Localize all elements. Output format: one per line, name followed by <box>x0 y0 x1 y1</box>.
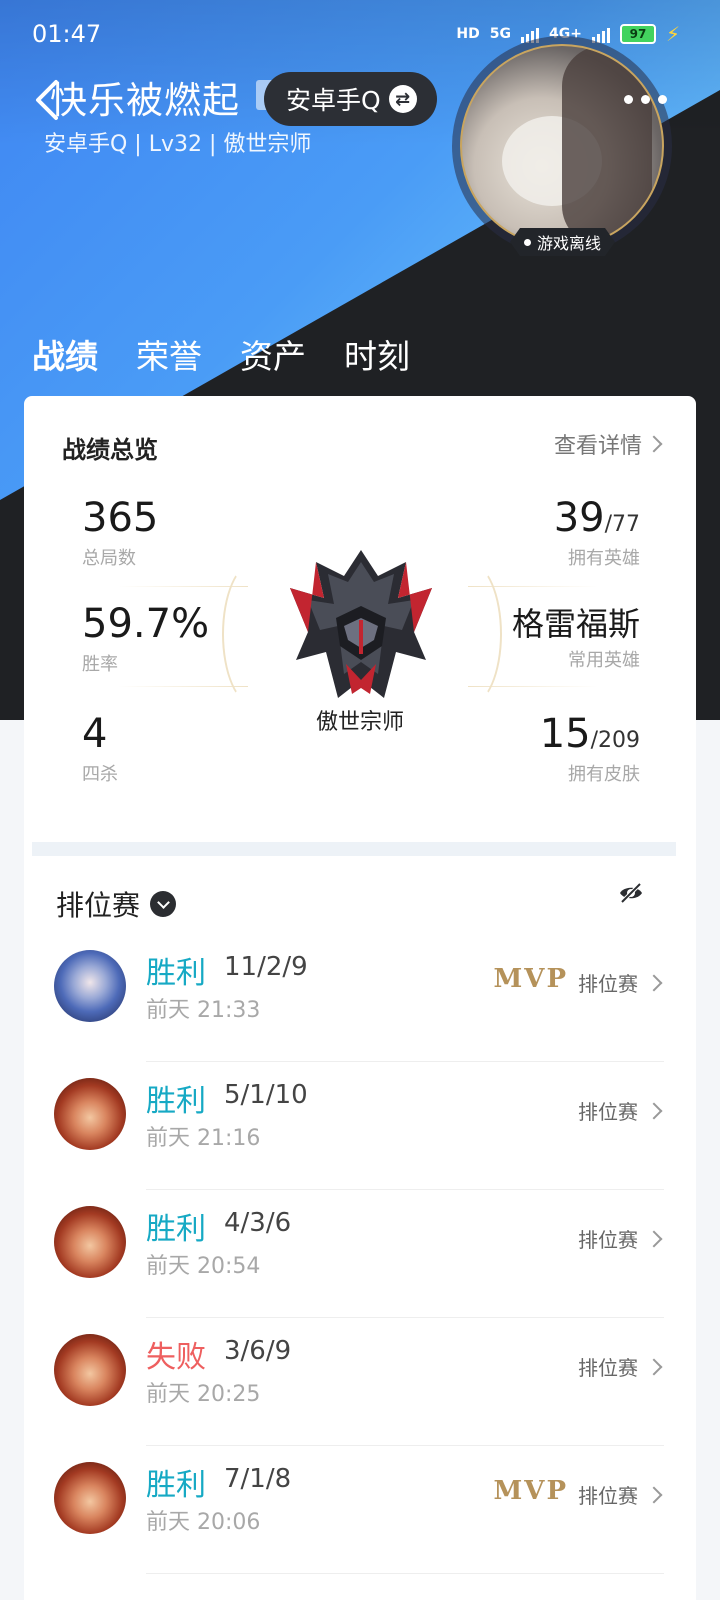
player-name: 快乐被燃起 <box>50 79 240 122</box>
skins-owned-label: 拥有皮肤 <box>568 764 640 785</box>
stat-total-games: 365 总局数 <box>82 498 158 570</box>
status-dot-icon <box>524 239 531 246</box>
chevron-down-icon <box>150 891 177 917</box>
win-rate-label: 胜率 <box>82 654 118 675</box>
hero-avatar-icon <box>54 950 126 1022</box>
match-result: 胜利 <box>146 1212 206 1247</box>
favorite-hero-label: 常用英雄 <box>568 650 640 671</box>
match-row[interactable]: 失败 3/6/9 前天 20:25 排位赛 <box>24 1318 696 1446</box>
avatar-image <box>460 44 664 248</box>
match-mode-label: 排位赛 <box>578 1356 638 1380</box>
swap-icon: ⇄ <box>388 85 417 113</box>
tab-honor[interactable]: 荣誉 <box>136 330 202 378</box>
hd-label: HD <box>456 26 480 42</box>
ranked-title: 排位赛 <box>56 889 141 922</box>
hide-eye-icon[interactable] <box>618 880 644 906</box>
row-divider <box>146 1573 664 1574</box>
match-row[interactable]: 胜利 11/2/9 前天 21:33 MVP 排位赛 <box>24 934 696 1062</box>
account-switch-button[interactable]: 安卓手Q ⇄ <box>264 72 437 126</box>
status-time: 01:47 <box>32 20 102 48</box>
match-mode-label: 排位赛 <box>578 1100 638 1124</box>
charging-icon: ⚡ <box>665 22 680 46</box>
stat-favorite-hero: 格雷福斯 常用英雄 <box>512 608 640 672</box>
battery-icon: 97 <box>619 24 656 44</box>
match-row[interactable]: 胜利 5/1/10 前天 21:16 排位赛 <box>24 1062 696 1190</box>
match-mode: 排位赛 <box>578 968 663 997</box>
chevron-right-icon <box>645 435 663 453</box>
heroes-total-value: /77 <box>604 512 640 537</box>
match-mode-label: 排位赛 <box>578 972 638 996</box>
hero-avatar-icon <box>54 1462 126 1534</box>
match-mode-label: 排位赛 <box>578 1484 638 1508</box>
match-kda: 3/6/9 <box>224 1336 292 1366</box>
mvp-badge: MVP <box>493 964 568 994</box>
match-result: 胜利 <box>146 1084 206 1119</box>
match-time: 前天 21:33 <box>146 998 261 1023</box>
decor-arc-left <box>222 562 286 706</box>
match-mode: 排位赛 <box>578 1352 663 1381</box>
tab-assets[interactable]: 资产 <box>240 330 306 378</box>
tab-record[interactable]: 战绩 <box>32 330 98 406</box>
network-5g-label: 5G <box>489 26 511 42</box>
match-mode: 排位赛 <box>578 1096 663 1125</box>
favorite-hero-value: 格雷福斯 <box>511 605 640 643</box>
tab-moments[interactable]: 时刻 <box>344 330 410 378</box>
match-kda: 11/2/9 <box>224 952 308 982</box>
match-kda: 7/1/8 <box>224 1464 292 1494</box>
match-row[interactable]: 胜利 7/1/8 前天 20:06 MVP 排位赛 <box>24 1446 696 1574</box>
hero-avatar-icon <box>54 1078 126 1150</box>
match-result: 失败 <box>146 1340 206 1375</box>
hero-avatar-icon <box>54 1334 126 1406</box>
match-mode-label: 排位赛 <box>578 1228 638 1252</box>
chevron-right-icon <box>645 1486 663 1503</box>
match-mode: 排位赛 <box>578 1224 663 1253</box>
section-divider <box>32 842 676 856</box>
more-options-icon[interactable] <box>624 88 672 110</box>
chevron-right-icon <box>645 1102 663 1119</box>
match-mode: 排位赛 <box>578 1480 663 1509</box>
match-kda: 4/3/6 <box>224 1208 292 1238</box>
stat-win-rate: 59.7% 胜率 <box>82 604 209 676</box>
rank-emblem-icon <box>290 550 432 698</box>
heroes-owned-value: 39 <box>553 495 605 541</box>
view-details-label: 查看详情 <box>553 434 642 459</box>
match-row[interactable]: 胜利 4/3/6 前天 20:54 排位赛 <box>24 1190 696 1318</box>
player-sub-info: 安卓手Q | Lv32 | 傲世宗师 <box>44 132 312 157</box>
decor-arc-right <box>438 562 502 706</box>
account-label: 安卓手Q <box>286 86 381 115</box>
tab-bar: 战绩 荣誉 资产 时刻 <box>32 330 410 406</box>
mvp-badge: MVP <box>493 1476 568 1506</box>
total-games-value: 365 <box>82 495 159 541</box>
match-time: 前天 20:54 <box>146 1254 261 1279</box>
match-time: 前天 21:16 <box>146 1126 261 1151</box>
record-card: 战绩总览 查看详情 365 总局数 59.7% 胜率 4 四杀 39/77 拥有… <box>24 396 696 1600</box>
overview-title: 战绩总览 <box>62 436 158 464</box>
heroes-owned-label: 拥有英雄 <box>568 548 640 569</box>
online-status-text: 游戏离线 <box>537 234 602 253</box>
match-time: 前天 20:06 <box>146 1510 261 1535</box>
online-status-badge: 游戏离线 <box>510 228 615 256</box>
chevron-right-icon <box>645 1358 663 1375</box>
match-time: 前天 20:25 <box>146 1382 261 1407</box>
chevron-right-icon <box>645 974 663 991</box>
stat-heroes-owned: 39/77 拥有英雄 <box>554 498 640 570</box>
total-games-label: 总局数 <box>82 548 136 569</box>
match-result: 胜利 <box>146 956 206 991</box>
rank-name: 傲世宗师 <box>315 710 404 735</box>
match-kda: 5/1/10 <box>224 1080 308 1110</box>
match-result: 胜利 <box>146 1468 206 1503</box>
ranked-filter[interactable]: 排位赛 <box>56 884 177 924</box>
quadra-kills-label: 四杀 <box>82 764 118 785</box>
view-details-link[interactable]: 查看详情 <box>553 428 663 460</box>
hero-avatar-icon <box>54 1206 126 1278</box>
win-rate-value: 59.7% <box>82 601 210 647</box>
divider-line <box>118 686 248 687</box>
chevron-right-icon <box>645 1230 663 1247</box>
avatar[interactable] <box>452 36 672 256</box>
